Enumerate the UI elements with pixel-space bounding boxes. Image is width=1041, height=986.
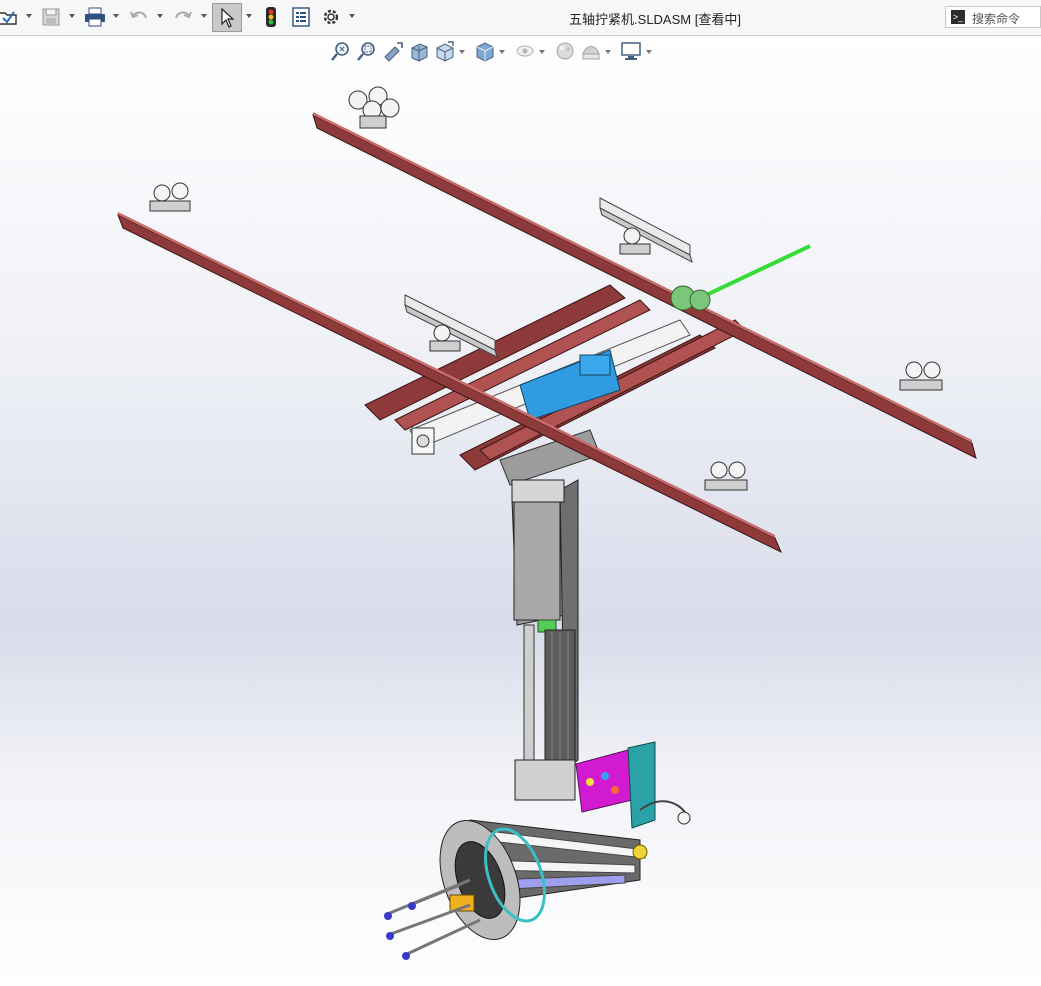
search-placeholder: 搜索命令 [972,12,1021,26]
redo-dropdown-arrow[interactable] [201,14,207,18]
options-dropdown-arrow[interactable] [349,14,355,18]
select-button[interactable] [212,3,242,32]
green-guide-rod [699,244,811,300]
print-dropdown-arrow[interactable] [113,14,119,18]
save-dropdown-arrow[interactable] [69,14,75,18]
open-icon[interactable] [0,5,20,29]
search-commands-field[interactable]: >_ 搜索命令 [945,6,1041,28]
save-icon[interactable] [39,5,63,29]
file-properties-icon[interactable] [289,5,313,29]
tightening-head [384,741,691,960]
print-icon[interactable] [83,5,107,29]
vertical-column [511,479,579,772]
document-title: 五轴拧紧机.SLDASM [查看中] [569,12,741,27]
gear-icon[interactable] [319,5,343,29]
undo-icon[interactable] [127,5,151,29]
undo-dropdown-arrow[interactable] [157,14,163,18]
traffic-light-icon[interactable] [259,5,283,29]
select-arrow-icon [221,8,235,28]
open-dropdown-arrow[interactable] [26,14,32,18]
redo-icon[interactable] [171,5,195,29]
title-bar: 五轴拧紧机.SLDASM [查看中] >_ 搜索命令 [0,0,1041,36]
graphics-viewport[interactable] [0,36,1041,986]
assembly-model[interactable] [0,36,1041,986]
command-prompt-icon: >_ [951,10,965,24]
select-dropdown-arrow[interactable] [246,14,252,18]
